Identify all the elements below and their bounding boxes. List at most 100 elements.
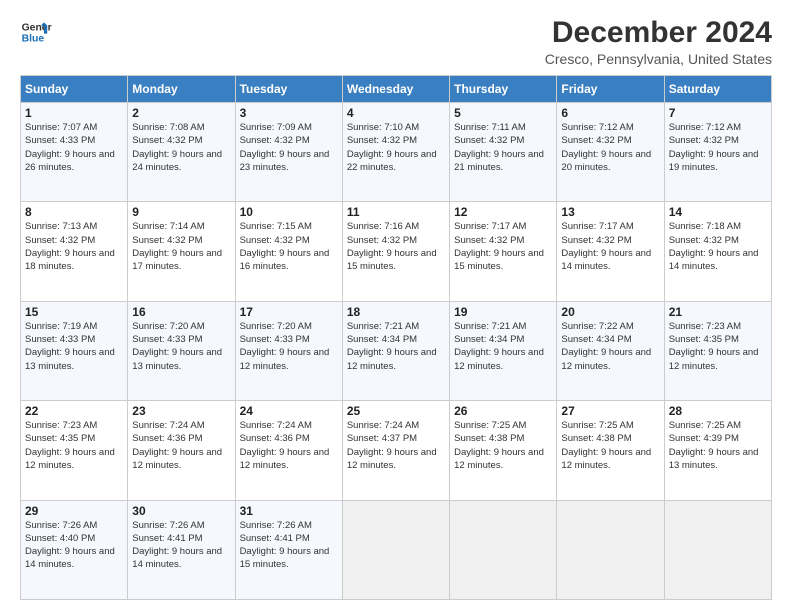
daylight-text: Daylight: 9 hours and 21 minutes. xyxy=(454,149,544,173)
daylight-text: Daylight: 9 hours and 12 minutes. xyxy=(240,347,330,371)
day-info: Sunrise: 7:14 AMSunset: 4:32 PMDaylight:… xyxy=(132,220,230,273)
daylight-text: Daylight: 9 hours and 12 minutes. xyxy=(240,447,330,471)
day-number: 30 xyxy=(132,504,230,518)
sunrise-text: Sunrise: 7:26 AM xyxy=(132,520,204,531)
day-number: 9 xyxy=(132,205,230,219)
calendar-cell: 13Sunrise: 7:17 AMSunset: 4:32 PMDayligh… xyxy=(557,202,664,301)
day-info: Sunrise: 7:26 AMSunset: 4:40 PMDaylight:… xyxy=(25,519,123,572)
daylight-text: Daylight: 9 hours and 20 minutes. xyxy=(561,149,651,173)
calendar-cell: 18Sunrise: 7:21 AMSunset: 4:34 PMDayligh… xyxy=(342,301,449,400)
calendar-cell: 7Sunrise: 7:12 AMSunset: 4:32 PMDaylight… xyxy=(664,103,771,202)
calendar-cell: 11Sunrise: 7:16 AMSunset: 4:32 PMDayligh… xyxy=(342,202,449,301)
daylight-text: Daylight: 9 hours and 12 minutes. xyxy=(561,347,651,371)
daylight-text: Daylight: 9 hours and 13 minutes. xyxy=(132,347,222,371)
sunrise-text: Sunrise: 7:19 AM xyxy=(25,321,97,332)
day-number: 29 xyxy=(25,504,123,518)
sunset-text: Sunset: 4:33 PM xyxy=(132,334,202,345)
day-number: 12 xyxy=(454,205,552,219)
calendar-cell: 10Sunrise: 7:15 AMSunset: 4:32 PMDayligh… xyxy=(235,202,342,301)
week-row-2: 8Sunrise: 7:13 AMSunset: 4:32 PMDaylight… xyxy=(21,202,772,301)
sunrise-text: Sunrise: 7:18 AM xyxy=(669,221,741,232)
calendar-cell: 15Sunrise: 7:19 AMSunset: 4:33 PMDayligh… xyxy=(21,301,128,400)
calendar-cell: 27Sunrise: 7:25 AMSunset: 4:38 PMDayligh… xyxy=(557,401,664,500)
sunrise-text: Sunrise: 7:23 AM xyxy=(25,420,97,431)
day-info: Sunrise: 7:26 AMSunset: 4:41 PMDaylight:… xyxy=(132,519,230,572)
calendar-cell: 2Sunrise: 7:08 AMSunset: 4:32 PMDaylight… xyxy=(128,103,235,202)
day-info: Sunrise: 7:24 AMSunset: 4:37 PMDaylight:… xyxy=(347,419,445,472)
day-number: 10 xyxy=(240,205,338,219)
daylight-text: Daylight: 9 hours and 14 minutes. xyxy=(132,546,222,570)
sunset-text: Sunset: 4:32 PM xyxy=(454,135,524,146)
sunset-text: Sunset: 4:41 PM xyxy=(240,533,310,544)
day-number: 4 xyxy=(347,106,445,120)
sunset-text: Sunset: 4:38 PM xyxy=(561,433,631,444)
daylight-text: Daylight: 9 hours and 13 minutes. xyxy=(25,347,115,371)
col-wednesday: Wednesday xyxy=(342,76,449,103)
day-info: Sunrise: 7:23 AMSunset: 4:35 PMDaylight:… xyxy=(669,320,767,373)
sunset-text: Sunset: 4:32 PM xyxy=(454,235,524,246)
calendar-cell: 31Sunrise: 7:26 AMSunset: 4:41 PMDayligh… xyxy=(235,500,342,599)
calendar-cell: 24Sunrise: 7:24 AMSunset: 4:36 PMDayligh… xyxy=(235,401,342,500)
sunset-text: Sunset: 4:35 PM xyxy=(669,334,739,345)
day-number: 19 xyxy=(454,305,552,319)
calendar-cell: 22Sunrise: 7:23 AMSunset: 4:35 PMDayligh… xyxy=(21,401,128,500)
daylight-text: Daylight: 9 hours and 19 minutes. xyxy=(669,149,759,173)
sunset-text: Sunset: 4:32 PM xyxy=(561,235,631,246)
sunset-text: Sunset: 4:32 PM xyxy=(240,135,310,146)
day-number: 18 xyxy=(347,305,445,319)
sunrise-text: Sunrise: 7:13 AM xyxy=(25,221,97,232)
sunrise-text: Sunrise: 7:15 AM xyxy=(240,221,312,232)
calendar-cell: 29Sunrise: 7:26 AMSunset: 4:40 PMDayligh… xyxy=(21,500,128,599)
day-number: 14 xyxy=(669,205,767,219)
title-block: December 2024 Cresco, Pennsylvania, Unit… xyxy=(545,16,772,67)
sunrise-text: Sunrise: 7:25 AM xyxy=(669,420,741,431)
day-number: 31 xyxy=(240,504,338,518)
daylight-text: Daylight: 9 hours and 12 minutes. xyxy=(347,347,437,371)
calendar-cell: 4Sunrise: 7:10 AMSunset: 4:32 PMDaylight… xyxy=(342,103,449,202)
daylight-text: Daylight: 9 hours and 17 minutes. xyxy=(132,248,222,272)
day-number: 27 xyxy=(561,404,659,418)
sunrise-text: Sunrise: 7:25 AM xyxy=(454,420,526,431)
daylight-text: Daylight: 9 hours and 15 minutes. xyxy=(240,546,330,570)
main-title: December 2024 xyxy=(545,16,772,49)
page: General Blue December 2024 Cresco, Penns… xyxy=(0,0,792,612)
calendar-cell: 23Sunrise: 7:24 AMSunset: 4:36 PMDayligh… xyxy=(128,401,235,500)
day-info: Sunrise: 7:21 AMSunset: 4:34 PMDaylight:… xyxy=(347,320,445,373)
day-info: Sunrise: 7:23 AMSunset: 4:35 PMDaylight:… xyxy=(25,419,123,472)
sunrise-text: Sunrise: 7:14 AM xyxy=(132,221,204,232)
sunrise-text: Sunrise: 7:12 AM xyxy=(669,122,741,133)
header: General Blue December 2024 Cresco, Penns… xyxy=(20,16,772,67)
day-number: 7 xyxy=(669,106,767,120)
calendar-cell xyxy=(342,500,449,599)
sunset-text: Sunset: 4:33 PM xyxy=(240,334,310,345)
sunrise-text: Sunrise: 7:11 AM xyxy=(454,122,526,133)
week-row-1: 1Sunrise: 7:07 AMSunset: 4:33 PMDaylight… xyxy=(21,103,772,202)
daylight-text: Daylight: 9 hours and 22 minutes. xyxy=(347,149,437,173)
calendar-cell: 26Sunrise: 7:25 AMSunset: 4:38 PMDayligh… xyxy=(450,401,557,500)
calendar-cell xyxy=(664,500,771,599)
day-info: Sunrise: 7:20 AMSunset: 4:33 PMDaylight:… xyxy=(240,320,338,373)
day-info: Sunrise: 7:25 AMSunset: 4:39 PMDaylight:… xyxy=(669,419,767,472)
calendar-cell: 3Sunrise: 7:09 AMSunset: 4:32 PMDaylight… xyxy=(235,103,342,202)
day-number: 28 xyxy=(669,404,767,418)
day-info: Sunrise: 7:09 AMSunset: 4:32 PMDaylight:… xyxy=(240,121,338,174)
sunrise-text: Sunrise: 7:22 AM xyxy=(561,321,633,332)
sunset-text: Sunset: 4:40 PM xyxy=(25,533,95,544)
calendar-cell: 20Sunrise: 7:22 AMSunset: 4:34 PMDayligh… xyxy=(557,301,664,400)
daylight-text: Daylight: 9 hours and 16 minutes. xyxy=(240,248,330,272)
sunset-text: Sunset: 4:33 PM xyxy=(25,135,95,146)
subtitle: Cresco, Pennsylvania, United States xyxy=(545,51,772,67)
day-info: Sunrise: 7:08 AMSunset: 4:32 PMDaylight:… xyxy=(132,121,230,174)
col-tuesday: Tuesday xyxy=(235,76,342,103)
sunrise-text: Sunrise: 7:09 AM xyxy=(240,122,312,133)
day-info: Sunrise: 7:12 AMSunset: 4:32 PMDaylight:… xyxy=(561,121,659,174)
day-number: 23 xyxy=(132,404,230,418)
calendar-cell: 1Sunrise: 7:07 AMSunset: 4:33 PMDaylight… xyxy=(21,103,128,202)
daylight-text: Daylight: 9 hours and 15 minutes. xyxy=(347,248,437,272)
day-info: Sunrise: 7:17 AMSunset: 4:32 PMDaylight:… xyxy=(454,220,552,273)
day-info: Sunrise: 7:13 AMSunset: 4:32 PMDaylight:… xyxy=(25,220,123,273)
calendar-table: Sunday Monday Tuesday Wednesday Thursday… xyxy=(20,75,772,600)
sunrise-text: Sunrise: 7:16 AM xyxy=(347,221,419,232)
calendar-cell: 14Sunrise: 7:18 AMSunset: 4:32 PMDayligh… xyxy=(664,202,771,301)
calendar-cell: 16Sunrise: 7:20 AMSunset: 4:33 PMDayligh… xyxy=(128,301,235,400)
